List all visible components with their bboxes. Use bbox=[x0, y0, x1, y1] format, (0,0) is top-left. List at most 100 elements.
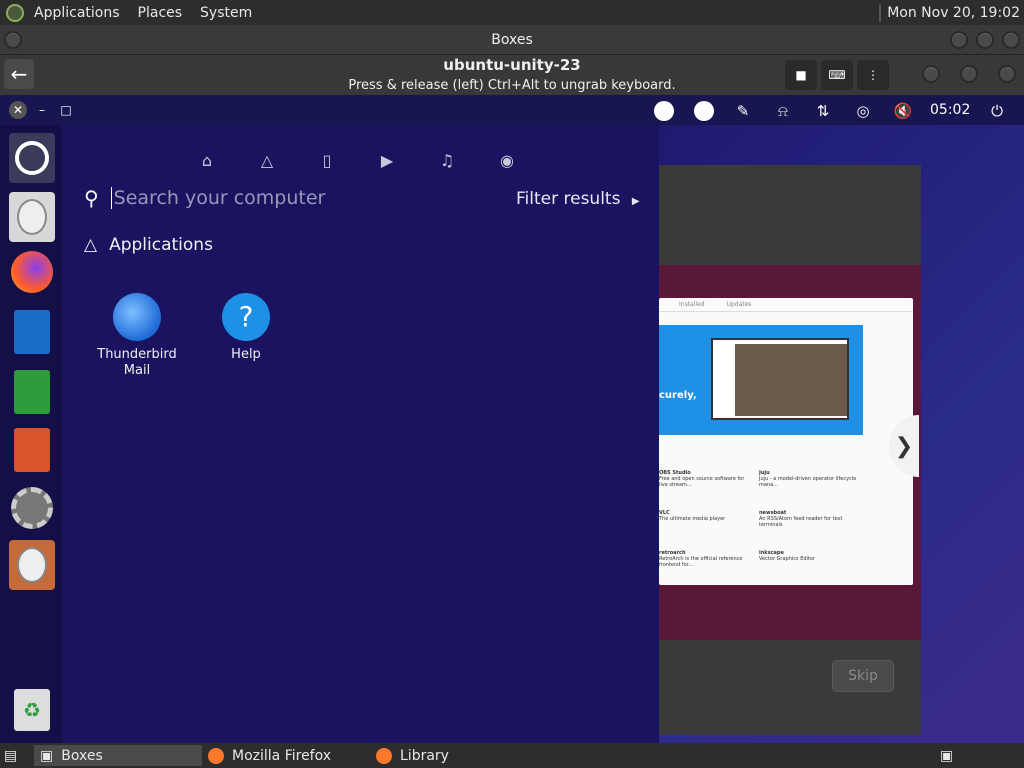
lens-home[interactable]: ⌂ bbox=[196, 149, 218, 171]
network-arrows-icon: ⇅ bbox=[816, 102, 830, 120]
store-app-juju: Juju Juju - a model-driven operator lifec… bbox=[759, 470, 863, 500]
app-label: Thunderbird Mail bbox=[97, 347, 177, 378]
lens-applications[interactable]: △ bbox=[256, 149, 278, 171]
app-desc: Free and open source software for live s… bbox=[659, 476, 745, 488]
boxes-icon: ▣ bbox=[40, 747, 54, 764]
window-menu-icon[interactable] bbox=[4, 31, 22, 49]
file-icon: ▯ bbox=[322, 150, 332, 170]
panel-separator bbox=[879, 3, 882, 22]
indicator-circle-2[interactable] bbox=[693, 100, 715, 122]
app-label: Help bbox=[231, 347, 261, 362]
dash-minimize-button[interactable]: – bbox=[33, 101, 51, 119]
firefox-icon bbox=[376, 747, 392, 764]
app-store-screenshot: Installed Updates curely, OBS Studio Free… bbox=[659, 298, 913, 585]
power-icon: ⏻ bbox=[991, 102, 1003, 120]
host-clock[interactable]: Mon Nov 20, 19:02 bbox=[887, 5, 1020, 21]
video-icon: ▶ bbox=[380, 150, 394, 170]
task-label: Library bbox=[400, 747, 449, 764]
store-tab-updates: Updates bbox=[726, 301, 752, 308]
filter-label: Filter results bbox=[516, 189, 621, 209]
kebab-menu-icon: ⋮ bbox=[867, 68, 879, 82]
indicator-circle-1[interactable] bbox=[653, 100, 675, 122]
network-indicator[interactable]: ⇅ bbox=[812, 100, 834, 122]
globe-icon: ◎ bbox=[856, 102, 870, 120]
menu-system[interactable]: System bbox=[200, 5, 252, 21]
dash-maximize-button[interactable]: □ bbox=[57, 101, 75, 119]
distro-logo-icon[interactable] bbox=[6, 3, 24, 22]
app-desc: Vector Graphics Editor bbox=[759, 556, 815, 562]
disk-installer-icon bbox=[17, 199, 47, 235]
header-maximize-button[interactable] bbox=[960, 65, 978, 83]
show-desktop-button[interactable]: ▤ bbox=[0, 745, 28, 766]
minimize-button[interactable] bbox=[950, 31, 968, 49]
vm-menu-button[interactable]: ⋮ bbox=[857, 60, 889, 90]
task-boxes[interactable]: ▣ Boxes bbox=[34, 745, 202, 766]
video-grid bbox=[735, 344, 847, 416]
launcher-writer[interactable] bbox=[9, 307, 55, 357]
launcher-settings[interactable] bbox=[9, 483, 55, 533]
store-app-vlc: VLC The ultimate media player bbox=[659, 510, 749, 540]
launcher-firefox[interactable] bbox=[9, 247, 55, 297]
applications-icon: △ bbox=[84, 235, 98, 255]
launcher-installer-active[interactable] bbox=[9, 540, 55, 590]
app-thunderbird[interactable]: Thunderbird Mail bbox=[89, 293, 185, 379]
lens-files[interactable]: ▯ bbox=[316, 149, 338, 171]
dash-close-button[interactable]: ✕ bbox=[9, 101, 27, 119]
notifications-indicator[interactable]: ⍾ bbox=[772, 100, 794, 122]
lens-video[interactable]: ▶ bbox=[376, 149, 398, 171]
impress-icon bbox=[14, 428, 50, 472]
sound-indicator[interactable]: 🔇 bbox=[892, 100, 914, 122]
power-indicator[interactable]: ⏻ bbox=[986, 100, 1008, 122]
launcher-installer[interactable] bbox=[9, 192, 55, 242]
header-minimize-button[interactable] bbox=[922, 65, 940, 83]
task-label: Mozilla Firefox bbox=[232, 747, 332, 764]
stop-icon: ■ bbox=[795, 68, 807, 82]
lens-music[interactable]: ♫ bbox=[436, 149, 458, 171]
app-help[interactable]: ? Help bbox=[198, 293, 294, 363]
host-top-panel: Applications Places System Mon Nov 20, 1… bbox=[0, 0, 1024, 25]
close-button[interactable] bbox=[1002, 31, 1020, 49]
pen-indicator[interactable]: ✎ bbox=[732, 100, 754, 122]
stop-button[interactable]: ■ bbox=[785, 60, 817, 90]
calc-icon bbox=[14, 370, 50, 414]
launcher-calc[interactable] bbox=[9, 367, 55, 417]
vm-display[interactable]: Installed Updates curely, OBS Studio Free… bbox=[0, 95, 1024, 743]
maximize-icon: □ bbox=[60, 103, 72, 117]
skip-button[interactable]: Skip bbox=[832, 660, 894, 692]
applications-section-heading: △ Applications bbox=[84, 235, 213, 255]
vm-clock[interactable]: 05:02 bbox=[930, 102, 970, 118]
host-taskbar: ▤ ▣ Boxes Mozilla Firefox Library ▣ bbox=[0, 743, 1024, 768]
store-app-retroarch: retroarch RetroArch is the official refer… bbox=[659, 550, 749, 580]
circle-icon bbox=[694, 101, 714, 121]
header-close-button[interactable] bbox=[998, 65, 1016, 83]
home-icon: ⌂ bbox=[201, 150, 213, 170]
workspace-switcher[interactable]: ▣ bbox=[934, 745, 962, 766]
launcher-trash[interactable]: ♻ bbox=[9, 685, 55, 735]
lens-photos[interactable]: ◉ bbox=[496, 149, 518, 171]
maximize-button[interactable] bbox=[976, 31, 994, 49]
launcher-dash-button[interactable] bbox=[9, 133, 55, 183]
task-library[interactable]: Library bbox=[370, 745, 538, 766]
task-label: Boxes bbox=[61, 747, 103, 764]
boxes-window-titlebar[interactable]: Boxes bbox=[0, 25, 1024, 55]
help-icon: ? bbox=[222, 293, 270, 341]
menu-places[interactable]: Places bbox=[138, 5, 183, 21]
language-indicator[interactable]: ◎ bbox=[852, 100, 874, 122]
keyboard-icon: ⌨ bbox=[828, 68, 846, 82]
app-desc: Juju - a model-driven operator lifecycle… bbox=[759, 476, 857, 488]
gear-icon bbox=[11, 487, 53, 529]
disk-installer-icon bbox=[17, 547, 47, 583]
filter-results-button[interactable]: Filter results ▶ bbox=[516, 189, 640, 209]
menu-applications[interactable]: Applications bbox=[34, 5, 120, 21]
circle-icon bbox=[654, 101, 674, 121]
window-title: Boxes bbox=[491, 31, 533, 48]
keyboard-button[interactable]: ⌨ bbox=[821, 60, 853, 90]
unity-launcher: ♻ bbox=[0, 125, 62, 743]
search-input[interactable] bbox=[110, 187, 491, 209]
video-call-thumbnail bbox=[711, 338, 849, 420]
writer-icon bbox=[14, 310, 50, 354]
section-heading-label: Applications bbox=[109, 235, 213, 255]
launcher-impress[interactable] bbox=[9, 425, 55, 475]
task-firefox[interactable]: Mozilla Firefox bbox=[202, 745, 370, 766]
thunderbird-icon bbox=[113, 293, 161, 341]
